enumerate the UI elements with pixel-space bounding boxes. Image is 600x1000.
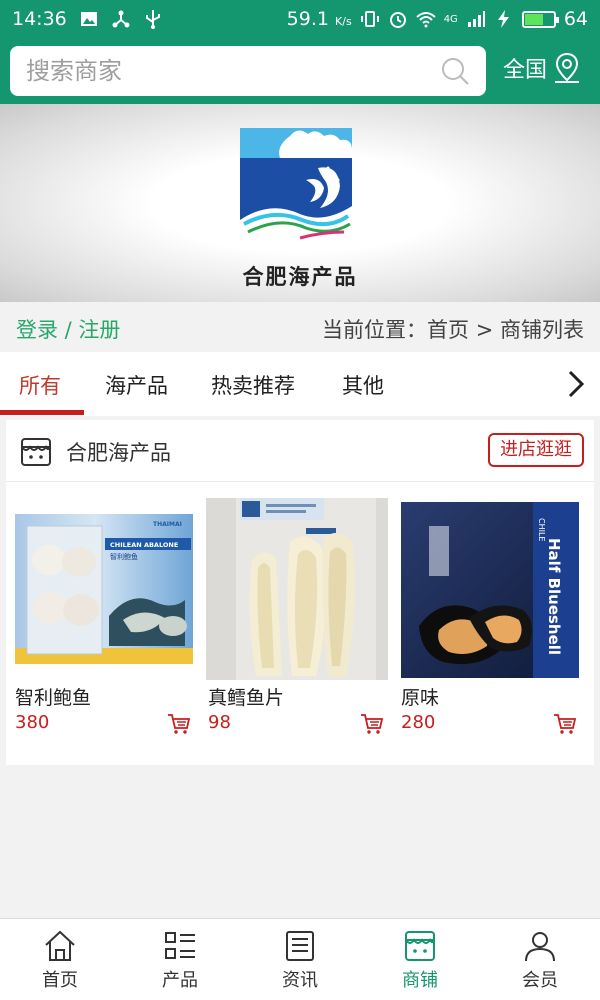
tab-other[interactable]: 其他 <box>342 370 384 400</box>
active-tab-indicator <box>0 410 84 415</box>
tab-all[interactable]: 所有 <box>19 370 61 400</box>
product-card[interactable]: CHILEAN ABALONE 智利鲍鱼 THAIMAI 智利鲍鱼 380 <box>13 498 195 734</box>
product-price: 380 <box>15 712 50 733</box>
shop-card: 合肥海产品 进店逛逛 CHILEAN ABALONE 智利鲍鱼 THAIMAI … <box>6 420 594 765</box>
vibrate-icon <box>360 11 379 27</box>
category-tabs: 所有 海产品 热卖推荐 其他 <box>0 352 600 416</box>
region-label: 全国 <box>503 58 548 83</box>
product-name[interactable]: 原味 <box>401 683 439 710</box>
nav-label: 首页 <box>42 970 78 991</box>
mussel-package-title: Half Blueshell <box>545 538 563 655</box>
search-input[interactable] <box>26 46 426 96</box>
battery-fill <box>524 13 543 25</box>
product-image-mussel[interactable]: CHILE Half Blueshell <box>399 498 581 680</box>
news-icon <box>286 931 314 961</box>
product-price: 98 <box>208 712 231 733</box>
product-image-abalone[interactable]: CHILEAN ABALONE 智利鲍鱼 THAIMAI <box>13 498 195 680</box>
nav-label: 资讯 <box>282 970 318 991</box>
bottom-nav: 首页 产品 资讯 商铺 会员 <box>0 918 600 1000</box>
charging-icon <box>497 10 509 28</box>
login-register-link[interactable]: 登录 / 注册 <box>16 314 120 344</box>
mussel-package-subtitle: CHILE <box>537 518 546 541</box>
breadcrumb: 当前位置：首页 > 商铺列表 <box>322 318 584 342</box>
product-image-cod-fillet[interactable] <box>206 498 388 680</box>
search-icon[interactable] <box>440 56 470 86</box>
product-card[interactable]: 真鳕鱼片 98 <box>206 498 388 734</box>
battery-icon <box>521 10 559 28</box>
tab-seafood[interactable]: 海产品 <box>105 370 168 400</box>
alarm-icon <box>389 12 406 28</box>
home-icon <box>45 930 75 961</box>
signal-icon <box>467 11 485 27</box>
battery-percent: 64 <box>563 8 588 30</box>
wifi-icon <box>416 12 436 28</box>
location-pin-icon <box>555 52 580 83</box>
visit-shop-button[interactable]: 进店逛逛 <box>488 433 584 467</box>
usb-icon <box>145 10 160 29</box>
shop-header: 合肥海产品 进店逛逛 <box>6 420 594 482</box>
nav-products[interactable]: 产品 <box>120 919 240 1000</box>
cart-icon[interactable] <box>553 713 577 735</box>
status-time: 14:36 <box>12 8 67 30</box>
logo-text: 合肥海产品 <box>242 264 358 289</box>
search-box[interactable] <box>10 46 486 96</box>
shop-name[interactable]: 合肥海产品 <box>66 437 171 467</box>
status-bar: 14:36 59.1 K/s 4G 64 <box>0 0 600 38</box>
info-bar: 登录 / 注册 当前位置：首页 > 商铺列表 <box>0 302 600 352</box>
chevron-right-icon[interactable] <box>564 368 588 400</box>
abalone-package-brand: THAIMAI <box>153 521 182 528</box>
shop-logo <box>240 128 352 243</box>
product-card[interactable]: CHILE Half Blueshell 原味 280 <box>399 498 581 734</box>
nav-news[interactable]: 资讯 <box>240 919 360 1000</box>
cart-icon[interactable] <box>360 713 384 735</box>
abalone-package-title: CHILEAN ABALONE <box>110 541 178 549</box>
region-selector[interactable]: 全国 <box>503 52 581 84</box>
header: 全国 <box>0 38 600 104</box>
abalone-package-subtitle: 智利鲍鱼 <box>110 552 138 561</box>
list-icon <box>165 932 195 959</box>
product-price: 280 <box>401 712 436 733</box>
product-name[interactable]: 智利鲍鱼 <box>15 683 91 710</box>
nav-shops[interactable]: 商铺 <box>360 919 480 1000</box>
network-type: 4G <box>443 13 458 25</box>
tab-hot-recommend[interactable]: 热卖推荐 <box>211 370 295 400</box>
nav-label: 商铺 <box>402 970 438 991</box>
nav-label: 会员 <box>522 970 558 991</box>
product-name[interactable]: 真鳕鱼片 <box>208 683 284 710</box>
store-icon <box>21 438 51 466</box>
nav-member[interactable]: 会员 <box>480 919 600 1000</box>
cart-icon[interactable] <box>167 713 191 735</box>
share-notification-icon <box>112 10 130 28</box>
nav-label: 产品 <box>162 970 198 991</box>
store-icon <box>405 931 435 961</box>
user-icon <box>525 932 555 962</box>
shop-banner: 合肥海产品 <box>0 104 600 302</box>
network-speed: 59.1 K/s <box>286 8 352 30</box>
nav-home[interactable]: 首页 <box>0 919 120 1000</box>
image-notification-icon <box>80 12 97 26</box>
